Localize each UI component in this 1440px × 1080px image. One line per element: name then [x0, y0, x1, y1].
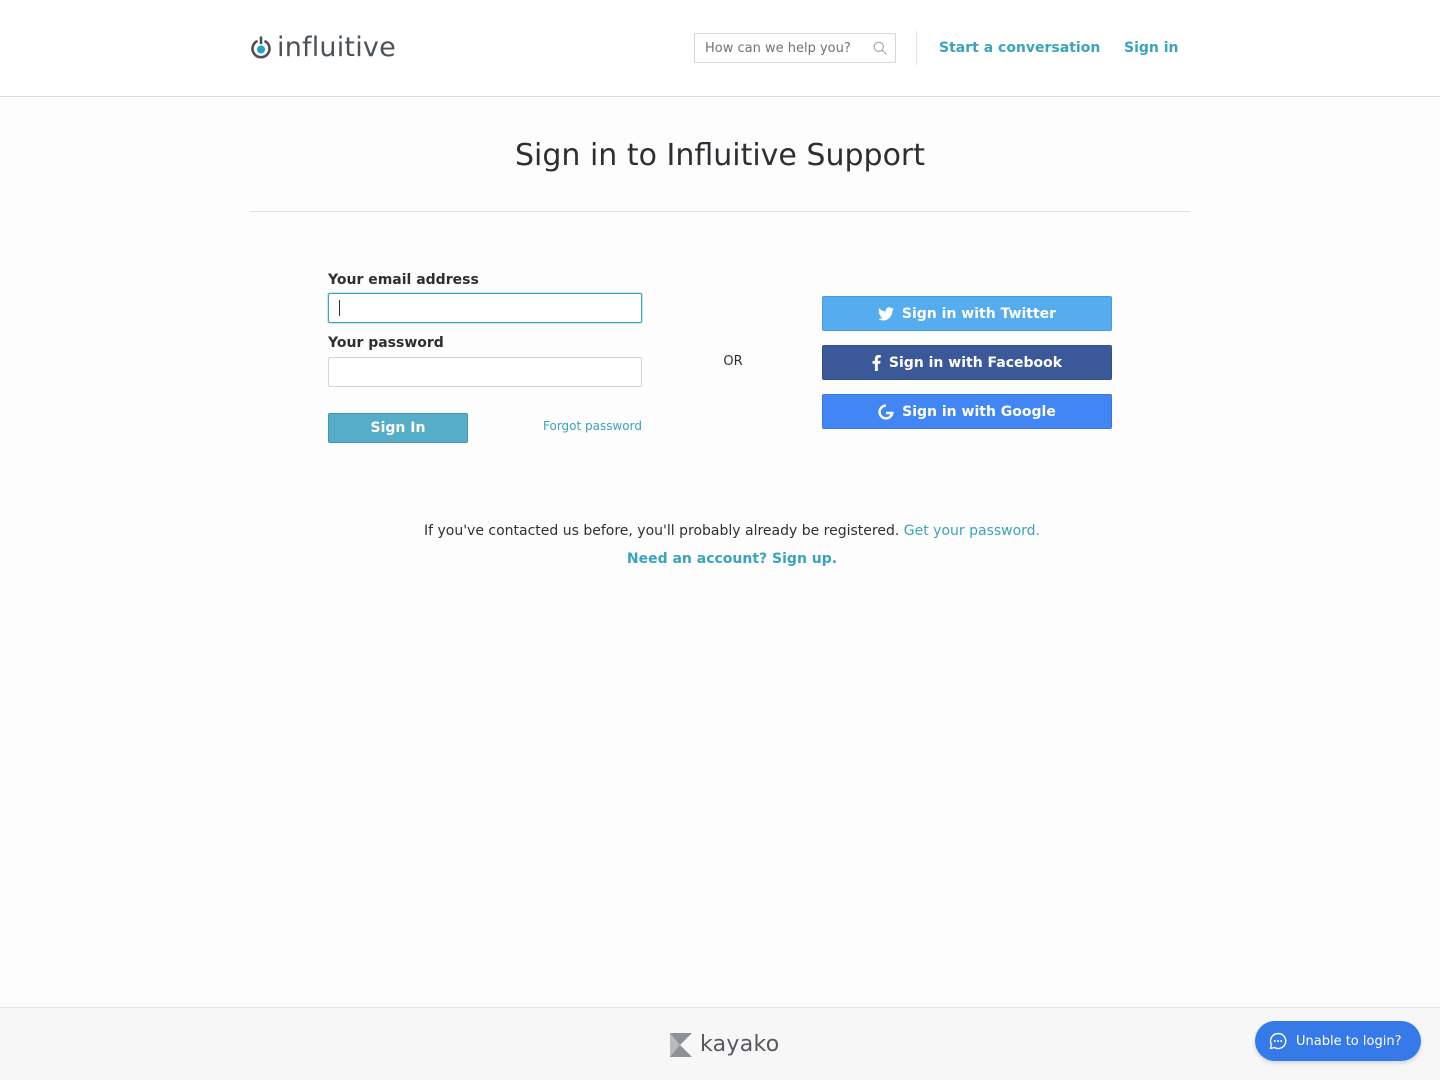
- unable-to-login-label: Unable to login?: [1296, 1033, 1402, 1049]
- search-box: [694, 33, 896, 63]
- brand-name: influitive: [277, 32, 396, 63]
- email-field[interactable]: [328, 293, 642, 323]
- google-button-label: Sign in with Google: [902, 403, 1056, 420]
- password-label: Your password: [328, 335, 444, 351]
- brand-logo[interactable]: influitive: [250, 33, 396, 63]
- title-divider: [250, 211, 1190, 212]
- forgot-password-link[interactable]: Forgot password: [528, 418, 642, 434]
- facebook-button-label: Sign in with Facebook: [888, 354, 1063, 371]
- text-caret: [339, 300, 340, 316]
- kayako-logo-icon: [670, 1033, 692, 1057]
- search-input[interactable]: [695, 34, 870, 62]
- start-conversation-link[interactable]: Start a conversation: [939, 38, 1100, 58]
- get-password-link[interactable]: Get your password.: [904, 523, 1040, 539]
- twitter-icon: [877, 306, 894, 321]
- site-header: influitive Start a conversation Sign in: [0, 0, 1440, 97]
- sign-in-button[interactable]: Sign In: [328, 413, 468, 443]
- twitter-button-label: Sign in with Twitter: [901, 305, 1057, 322]
- kayako-logo[interactable]: kayako: [670, 1032, 780, 1058]
- kayako-brand: kayako: [700, 1032, 780, 1057]
- unable-to-login-button[interactable]: Unable to login?: [1255, 1021, 1421, 1061]
- nav-divider: [916, 31, 917, 65]
- registration-info: If you've contacted us before, you'll pr…: [250, 521, 1214, 541]
- registration-info-text: If you've contacted us before, you'll pr…: [423, 523, 900, 539]
- password-field[interactable]: [328, 357, 642, 387]
- site-footer: kayako Unable to login?: [0, 1007, 1440, 1080]
- google-icon: [878, 403, 894, 420]
- email-label: Your email address: [328, 272, 479, 288]
- facebook-sign-in-button[interactable]: Sign in with Facebook: [822, 345, 1112, 380]
- google-sign-in-button[interactable]: Sign in with Google: [822, 394, 1112, 429]
- twitter-sign-in-button[interactable]: Sign in with Twitter: [822, 296, 1112, 331]
- page-title: Sign in to Influitive Support: [514, 138, 926, 173]
- search-icon[interactable]: [873, 41, 887, 55]
- or-separator: OR: [723, 354, 743, 369]
- sign-up-link[interactable]: Need an account? Sign up.: [250, 549, 1214, 569]
- facebook-icon: [872, 354, 881, 371]
- chat-bubble-icon: [1269, 1032, 1287, 1050]
- sign-in-link[interactable]: Sign in: [1124, 38, 1179, 58]
- influitive-power-icon: [251, 36, 271, 59]
